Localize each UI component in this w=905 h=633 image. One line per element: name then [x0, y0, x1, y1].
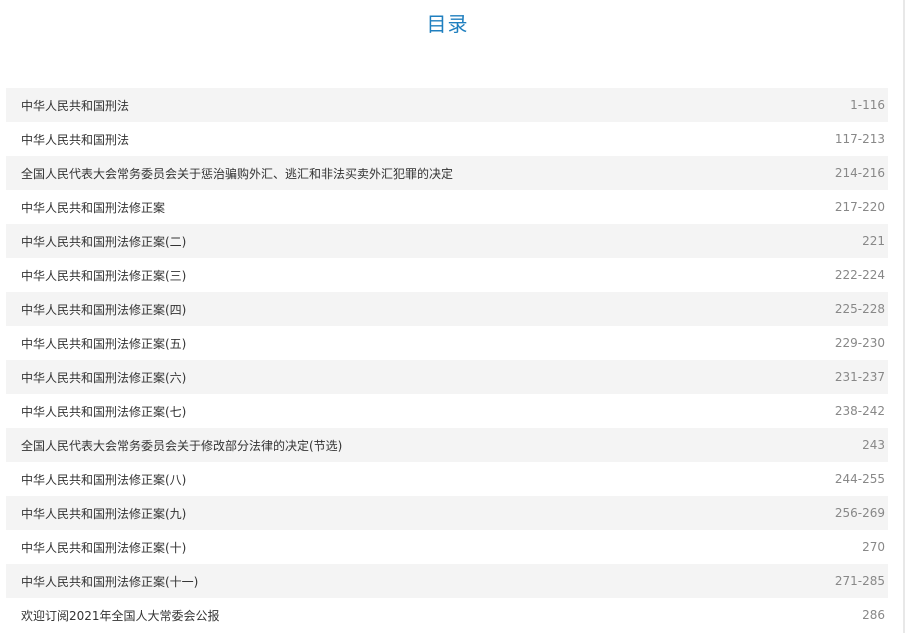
- toc-entry-title: 中华人民共和国刑法修正案(九): [21, 506, 187, 521]
- toc-entry[interactable]: 中华人民共和国刑法修正案(七) 238-242: [6, 394, 888, 428]
- toc-entry-pages: 225-228: [834, 302, 885, 316]
- toc-entry-pages: 221: [862, 234, 885, 248]
- toc-entry-pages: 244-255: [834, 472, 885, 486]
- toc-entry-title: 中华人民共和国刑法修正案(四): [21, 302, 187, 317]
- toc-entry[interactable]: 中华人民共和国刑法修正案(十) 270: [6, 530, 888, 564]
- toc-entry-pages: 229-230: [834, 336, 885, 350]
- toc-entry-pages: 243: [862, 438, 885, 452]
- toc-entry-pages: 286: [862, 608, 885, 622]
- toc-entry-pages: 231-237: [834, 370, 885, 384]
- toc-entry[interactable]: 中华人民共和国刑法修正案(十一) 271-285: [6, 564, 888, 598]
- toc-entry-pages: 270: [862, 540, 885, 554]
- toc-entry-title: 中华人民共和国刑法修正案(十一): [21, 574, 199, 589]
- toc-entry-title: 中华人民共和国刑法: [21, 98, 130, 113]
- toc-list: 中华人民共和国刑法 1-116 中华人民共和国刑法 117-213 全国人民代表…: [6, 88, 888, 632]
- toc-entry-pages: 222-224: [834, 268, 885, 282]
- toc-entry-title: 中华人民共和国刑法修正案(二): [21, 234, 187, 249]
- toc-entry-pages: 271-285: [834, 574, 885, 588]
- toc-entry-title: 中华人民共和国刑法: [21, 132, 130, 147]
- toc-entry-title: 全国人民代表大会常务委员会关于惩治骗购外汇、逃汇和非法买卖外汇犯罪的决定: [21, 166, 454, 181]
- toc-entry-title: 中华人民共和国刑法修正案: [21, 200, 166, 215]
- toc-entry-title: 中华人民共和国刑法修正案(六): [21, 370, 187, 385]
- toc-entry-pages: 1-116: [850, 98, 885, 112]
- toc-entry-title: 中华人民共和国刑法修正案(十): [21, 540, 187, 555]
- toc-entry[interactable]: 中华人民共和国刑法修正案(九) 256-269: [6, 496, 888, 530]
- toc-entry[interactable]: 中华人民共和国刑法修正案(二) 221: [6, 224, 888, 258]
- toc-entry[interactable]: 中华人民共和国刑法 1-116: [6, 88, 888, 122]
- toc-entry[interactable]: 中华人民共和国刑法修正案 217-220: [6, 190, 888, 224]
- toc-entry[interactable]: 欢迎订阅2021年全国人大常委会公报 286: [6, 598, 888, 632]
- toc-entry-title: 中华人民共和国刑法修正案(五): [21, 336, 187, 351]
- toc-entry-title: 全国人民代表大会常务委员会关于修改部分法律的决定(节选): [21, 438, 343, 453]
- toc-entry-pages: 214-216: [834, 166, 885, 180]
- toc-entry[interactable]: 全国人民代表大会常务委员会关于修改部分法律的决定(节选) 243: [6, 428, 888, 462]
- toc-entry[interactable]: 中华人民共和国刑法修正案(六) 231-237: [6, 360, 888, 394]
- toc-entry[interactable]: 中华人民共和国刑法修正案(八) 244-255: [6, 462, 888, 496]
- toc-entry-pages: 217-220: [834, 200, 885, 214]
- toc-entry-title: 中华人民共和国刑法修正案(三): [21, 268, 187, 283]
- toc-entry-pages: 256-269: [834, 506, 885, 520]
- toc-entry[interactable]: 中华人民共和国刑法修正案(三) 222-224: [6, 258, 888, 292]
- toc-entry-pages: 238-242: [834, 404, 885, 418]
- toc-entry-title: 中华人民共和国刑法修正案(八): [21, 472, 187, 487]
- toc-entry[interactable]: 中华人民共和国刑法修正案(四) 225-228: [6, 292, 888, 326]
- toc-entry-pages: 117-213: [834, 132, 885, 146]
- toc-entry[interactable]: 中华人民共和国刑法 117-213: [6, 122, 888, 156]
- toc-entry[interactable]: 中华人民共和国刑法修正案(五) 229-230: [6, 326, 888, 360]
- toc-entry-title: 中华人民共和国刑法修正案(七): [21, 404, 187, 419]
- toc-entry[interactable]: 全国人民代表大会常务委员会关于惩治骗购外汇、逃汇和非法买卖外汇犯罪的决定 214…: [6, 156, 888, 190]
- page-title: 目录: [426, 12, 469, 36]
- toc-entry-title: 欢迎订阅2021年全国人大常委会公报: [21, 608, 220, 623]
